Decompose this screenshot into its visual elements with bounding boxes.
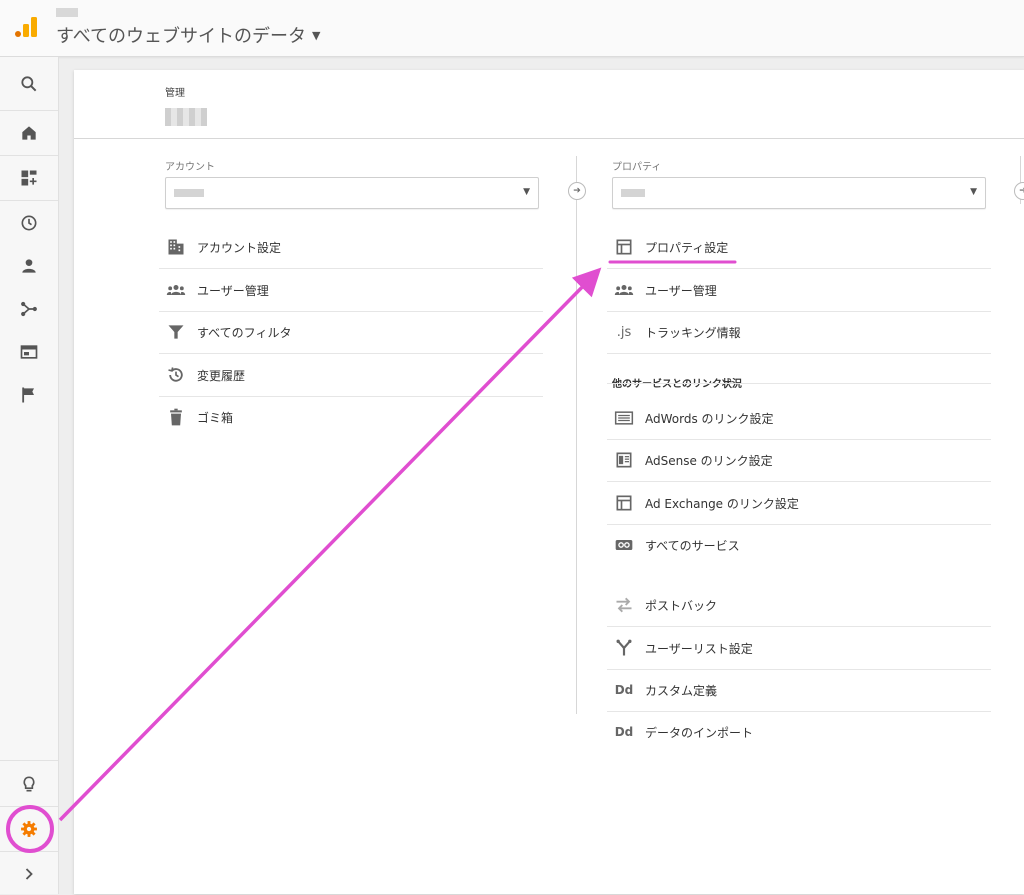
conversions-flag-icon[interactable]: [0, 374, 58, 416]
caret-down-icon: ▼: [312, 28, 321, 42]
menu-label: AdWords のリンク設定: [645, 411, 774, 426]
property-settings-item[interactable]: プロパティ設定: [607, 226, 991, 269]
analytics-logo-icon[interactable]: [14, 15, 38, 39]
customization-icon[interactable]: [0, 157, 58, 199]
admin-header: 管理: [74, 70, 1024, 139]
left-sidebar: [0, 57, 59, 894]
people-icon: [613, 279, 635, 301]
account-dropdown[interactable]: ▼: [165, 177, 539, 209]
menu-label: データのインポート: [645, 725, 754, 740]
acquisition-icon[interactable]: [0, 288, 58, 330]
menu-label: Ad Exchange のリンク設定: [645, 496, 799, 511]
adwords-link-item[interactable]: AdWords のリンク設定: [607, 397, 991, 440]
ad-exchange-link-item[interactable]: Ad Exchange のリンク設定: [607, 482, 991, 525]
postback-item[interactable]: ポストバック: [607, 584, 991, 627]
top-bar: すべてのウェブサイトのデータ ▼: [0, 0, 1024, 57]
link-icon: [613, 534, 635, 556]
adwords-icon: [613, 407, 635, 429]
data-import-item[interactable]: Dd データのインポート: [607, 711, 991, 753]
adsense-link-item[interactable]: AdSense のリンク設定: [607, 439, 991, 482]
home-icon[interactable]: [0, 112, 58, 154]
admin-gear-icon[interactable]: [0, 808, 58, 850]
menu-label: 変更履歴: [197, 368, 246, 383]
tracking-info-item[interactable]: .js トラッキング情報: [607, 311, 991, 354]
account-user-management-item[interactable]: ユーザー管理: [159, 269, 543, 312]
menu-label: ユーザー管理: [645, 283, 717, 298]
column-divider: [576, 156, 577, 714]
all-filters-item[interactable]: すべてのフィルタ: [159, 311, 543, 354]
trash-icon: [165, 406, 187, 428]
view-name: すべてのウェブサイトのデータ: [56, 26, 307, 47]
property-dropdown[interactable]: ▼: [612, 177, 986, 209]
change-history-item[interactable]: 変更履歴: [159, 354, 543, 397]
account-column-label: アカウント: [165, 162, 215, 173]
property-selected-redacted: [621, 189, 645, 197]
realtime-clock-icon[interactable]: [0, 202, 58, 244]
account-selected-redacted: [174, 189, 204, 197]
audience-person-icon[interactable]: [0, 245, 58, 287]
menu-label: プロパティ設定: [645, 240, 729, 255]
arrow-right-icon: ➔: [1014, 182, 1024, 200]
account-name-redacted: [56, 8, 78, 17]
menu-label: カスタム定義: [645, 683, 718, 698]
ad-exchange-icon: [613, 492, 635, 514]
user-list-settings-item[interactable]: ユーザーリスト設定: [607, 627, 991, 670]
behavior-icon[interactable]: [0, 331, 58, 373]
menu-label: ポストバック: [645, 598, 718, 613]
history-icon: [165, 364, 187, 386]
admin-title: 管理: [165, 88, 185, 99]
menu-label: トラッキング情報: [645, 325, 741, 340]
postback-icon: [613, 594, 635, 616]
search-icon[interactable]: [0, 63, 58, 105]
account-settings-item[interactable]: アカウント設定: [159, 226, 543, 269]
menu-label: すべてのサービス: [645, 538, 740, 553]
adsense-icon: [613, 449, 635, 471]
divider: [607, 383, 991, 384]
property-settings-icon: [613, 236, 635, 258]
menu-label: すべてのフィルタ: [197, 325, 292, 340]
expand-chevron-icon[interactable]: [0, 853, 58, 895]
fork-icon: [613, 637, 635, 659]
menu-label: ユーザー管理: [197, 283, 269, 298]
property-column-label: プロパティ: [612, 162, 662, 173]
menu-label: ユーザーリスト設定: [645, 641, 753, 656]
trash-item[interactable]: ゴミ箱: [159, 396, 543, 438]
view-selector[interactable]: すべてのウェブサイトのデータ ▼: [56, 22, 321, 48]
people-icon: [165, 279, 187, 301]
admin-panel: 管理 アカウント ▼ アカウント設定 ユーザー管理 すべてのフィルタ 変更履歴: [74, 70, 1024, 894]
property-user-management-item[interactable]: ユーザー管理: [607, 269, 991, 312]
all-services-item[interactable]: すべてのサービス: [607, 524, 991, 566]
discover-bulb-icon[interactable]: [0, 763, 58, 805]
caret-down-icon: ▼: [523, 187, 530, 197]
building-icon: [165, 236, 187, 258]
js-icon: .js: [616, 324, 632, 340]
admin-account-redacted: [165, 108, 207, 126]
menu-label: アカウント設定: [197, 240, 282, 255]
menu-label: ゴミ箱: [197, 410, 234, 425]
caret-down-icon: ▼: [970, 187, 977, 197]
custom-definitions-item[interactable]: Dd カスタム定義: [607, 669, 991, 712]
dd-icon: Dd: [614, 725, 634, 739]
menu-label: AdSense のリンク設定: [645, 453, 773, 468]
filter-icon: [165, 321, 187, 343]
arrow-right-icon: ➔: [568, 182, 586, 200]
dd-icon: Dd: [614, 683, 634, 697]
